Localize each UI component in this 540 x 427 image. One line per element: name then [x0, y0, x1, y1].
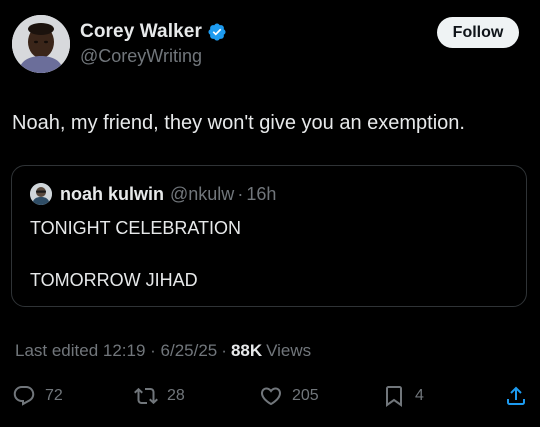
like-count: 205: [292, 387, 319, 404]
quoted-author-name[interactable]: noah kulwin: [60, 184, 164, 205]
tweet-meta: Last edited 12:19 · 6/25/25 · 88K Views: [15, 341, 311, 361]
author-name-row: Corey Walker: [80, 20, 227, 44]
quoted-tweet-line: TONIGHT CELEBRATION: [30, 218, 242, 238]
quoted-author-avatar[interactable]: [30, 183, 52, 205]
bookmark-count: 4: [415, 387, 424, 404]
quoted-author-handle[interactable]: @nkulw: [170, 184, 234, 205]
like-button[interactable]: 205: [259, 383, 319, 409]
quoted-avatar-image: [30, 183, 52, 205]
verified-badge-icon: [207, 22, 227, 42]
bookmark-button[interactable]: 4: [382, 383, 424, 409]
heart-icon: [260, 387, 282, 406]
repost-count: 28: [167, 387, 185, 404]
quoted-separator: ·: [237, 184, 244, 204]
repost-button[interactable]: 28: [134, 383, 185, 409]
last-edited-timestamp[interactable]: Last edited 12:19 · 6/25/25: [15, 341, 217, 361]
author-avatar-image: [12, 15, 70, 73]
reply-button[interactable]: 72: [12, 383, 63, 409]
follow-button[interactable]: Follow: [437, 17, 519, 48]
views-count: 88K: [230, 341, 263, 360]
speech-bubble-icon: [13, 386, 35, 406]
tweet: Corey Walker @CoreyWriting Follow Noah, …: [0, 0, 540, 427]
quoted-tweet-card[interactable]: noah kulwin @nkulw · 16h TONIGHT CELEBRA…: [11, 165, 527, 307]
share-button[interactable]: [504, 383, 528, 409]
meta-separator: ·: [221, 341, 227, 360]
quoted-tweet-header: noah kulwin @nkulw · 16h: [60, 184, 276, 206]
author-name[interactable]: Corey Walker: [80, 21, 202, 43]
reply-count: 72: [45, 387, 63, 404]
views-label: Views: [266, 341, 312, 360]
author-avatar[interactable]: [12, 15, 70, 73]
quoted-tweet-time[interactable]: 16h: [246, 184, 276, 205]
repost-arrows-icon: [134, 387, 158, 405]
bookmark-icon: [386, 386, 402, 407]
quoted-tweet-line: TOMORROW JIHAD: [30, 270, 198, 290]
tweet-text: Noah, my friend, they won't give you an …: [12, 112, 465, 134]
author-handle[interactable]: @CoreyWriting: [80, 46, 202, 67]
share-upload-icon: [507, 386, 525, 405]
